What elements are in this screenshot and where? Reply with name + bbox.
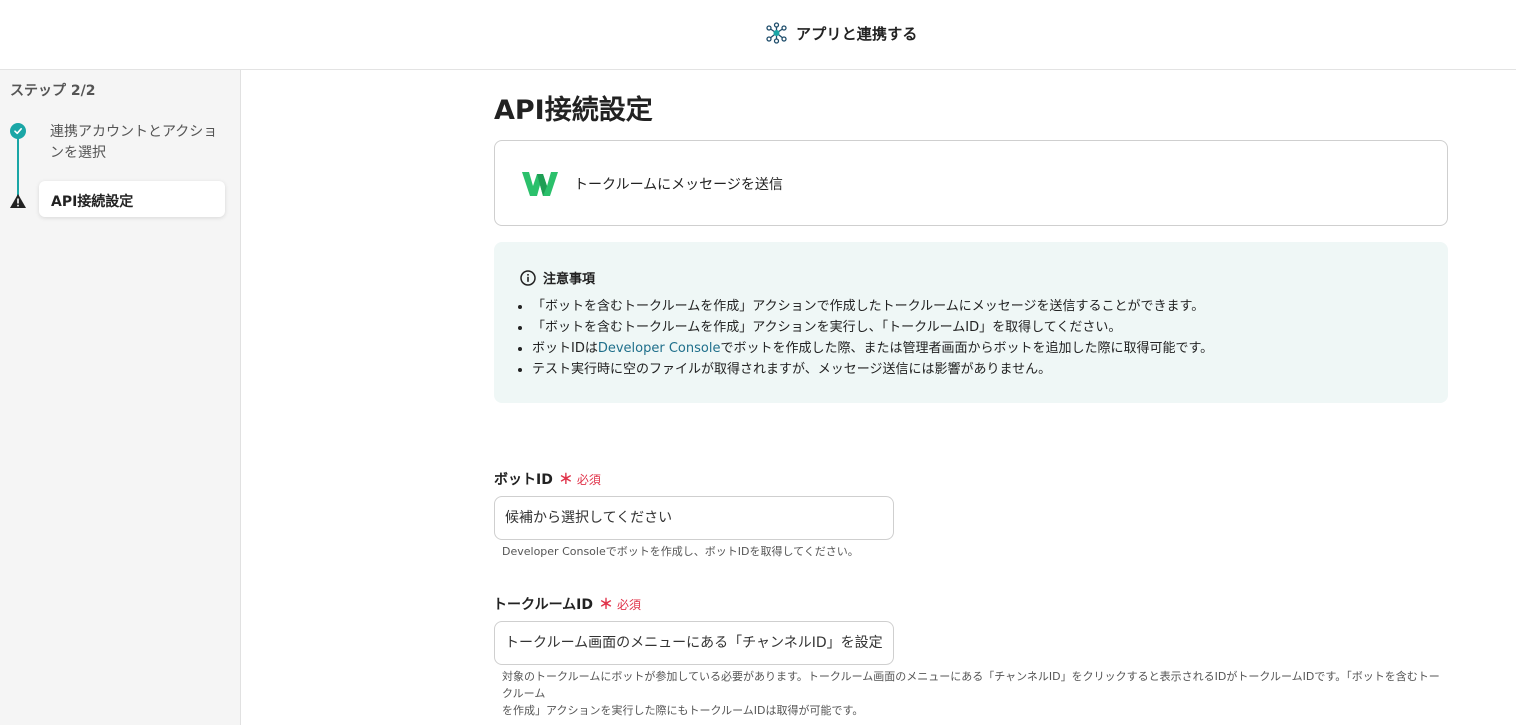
bot-id-label: ボットID xyxy=(494,472,553,488)
step-indicator: ステップ 2/2 xyxy=(10,83,96,99)
warning-icon xyxy=(10,194,26,208)
notice-list: 「ボットを含むトークルームを作成」アクションで作成したトークルームにメッセージを… xyxy=(532,296,1213,380)
notice-item: テスト実行時に空のファイルが取得されますが、メッセージ送信には影響がありません。 xyxy=(532,359,1213,380)
notice-item: 「ボットを含むトークルームを作成」アクションで作成したトークルームにメッセージを… xyxy=(532,296,1213,317)
room-id-help-line: を作成」アクションを実行した際にもトークルームIDは取得が可能です。 xyxy=(502,704,864,717)
bot-id-input[interactable] xyxy=(494,496,894,540)
sidebar-step-select-account[interactable]: 連携アカウントとアクションを選択 xyxy=(50,122,220,164)
room-id-label-group: トークルームID ＊ 必須 xyxy=(493,594,641,614)
info-icon xyxy=(520,269,536,286)
required-badge: 必須 xyxy=(617,597,642,612)
developer-console-link[interactable]: Developer Console xyxy=(598,341,721,356)
page-title: API接続設定 xyxy=(494,95,653,126)
sidebar-step-api-settings[interactable]: API接続設定 xyxy=(39,181,225,217)
notice-item-text: でボットを作成した際、または管理者画面からボットを追加した際に取得可能です。 xyxy=(720,341,1214,356)
notice-item: ボットIDはDeveloper Consoleでボットを作成した際、または管理者… xyxy=(532,338,1213,359)
room-id-help: 対象のトークルームにボットが参加している必要があります。トークルーム画面のメニュ… xyxy=(502,668,1448,719)
app-action-label: トークルームにメッセージを送信 xyxy=(574,177,783,193)
room-id-help-line: 対象のトークルームにボットが参加している必要があります。トークルーム画面のメニュ… xyxy=(502,670,1440,700)
header-title-group: アプリと連携する xyxy=(766,22,918,44)
room-id-input[interactable] xyxy=(494,621,894,665)
notice-item-text: ボットIDは xyxy=(532,341,598,356)
required-mark: ＊ xyxy=(558,472,573,488)
check-icon xyxy=(10,123,26,139)
sidebar: ステップ 2/2 連携アカウントとアクションを選択 API接続設定 xyxy=(0,70,241,725)
top-bar: アプリと連携する xyxy=(0,0,1516,70)
room-id-label: トークルームID xyxy=(493,597,593,613)
notice-header: 注意事項 xyxy=(520,268,595,287)
bot-id-help: Developer Consoleでボットを作成し、ボットIDを取得してください… xyxy=(502,545,859,558)
required-mark: ＊ xyxy=(599,597,613,613)
network-icon xyxy=(766,22,787,44)
notice-item: 「ボットを含むトークルームを作成」アクションを実行し、「トークルームID」を取得… xyxy=(532,317,1213,338)
required-badge: 必須 xyxy=(576,472,601,487)
step-connector xyxy=(17,132,19,202)
header-title: アプリと連携する xyxy=(796,24,918,43)
notice-box: 注意事項 「ボットを含むトークルームを作成」アクションで作成したトークルームにメ… xyxy=(494,242,1448,403)
lineworks-logo-icon xyxy=(522,172,558,196)
bot-id-label-group: ボットID ＊ 必須 xyxy=(494,469,601,489)
sidebar-step-api-settings-label: API接続設定 xyxy=(51,194,134,210)
app-action-card: トークルームにメッセージを送信 xyxy=(494,140,1448,226)
notice-title: 注意事項 xyxy=(543,272,596,287)
